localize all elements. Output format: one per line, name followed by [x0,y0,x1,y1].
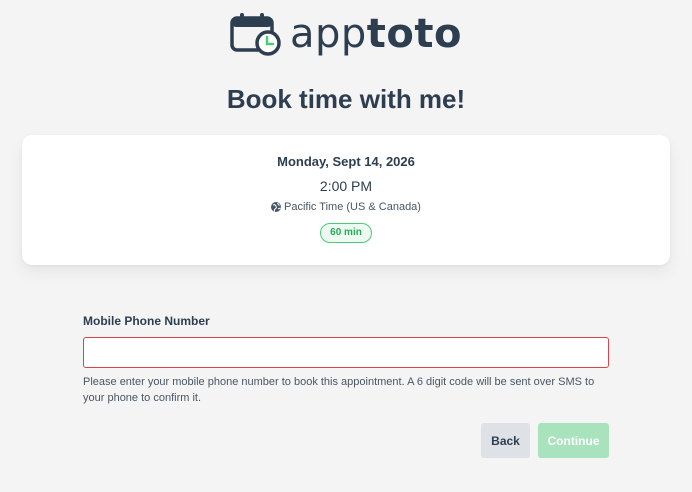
appointment-timezone: Pacific Time (US & Canada) [22,201,670,213]
page-title: Book time with me! [226,84,466,114]
timezone-label: Pacific Time (US & Canada) [284,201,421,213]
brand-logo: apptoto [0,12,692,56]
phone-help-text: Please enter your mobile phone number to… [83,376,595,404]
appointment-time: 2:00 PM [319,178,373,194]
brand-name-bold: toto [366,11,462,57]
calendar-clock-icon [230,13,281,56]
continue-button[interactable]: Continue [538,423,609,458]
phone-input[interactable] [83,337,609,368]
brand-name-light: app [290,11,367,57]
appointment-date: Monday, Sept 14, 2026 [277,154,415,169]
globe-icon [271,202,282,212]
brand-name: apptoto [290,12,462,56]
duration-badge: 60 min [320,223,372,243]
back-button[interactable]: Back [481,423,530,458]
phone-field-label: Mobile Phone Number [83,314,210,328]
appointment-summary-card: Monday, Sept 14, 2026 2:00 PM Pacific Ti… [22,135,670,265]
